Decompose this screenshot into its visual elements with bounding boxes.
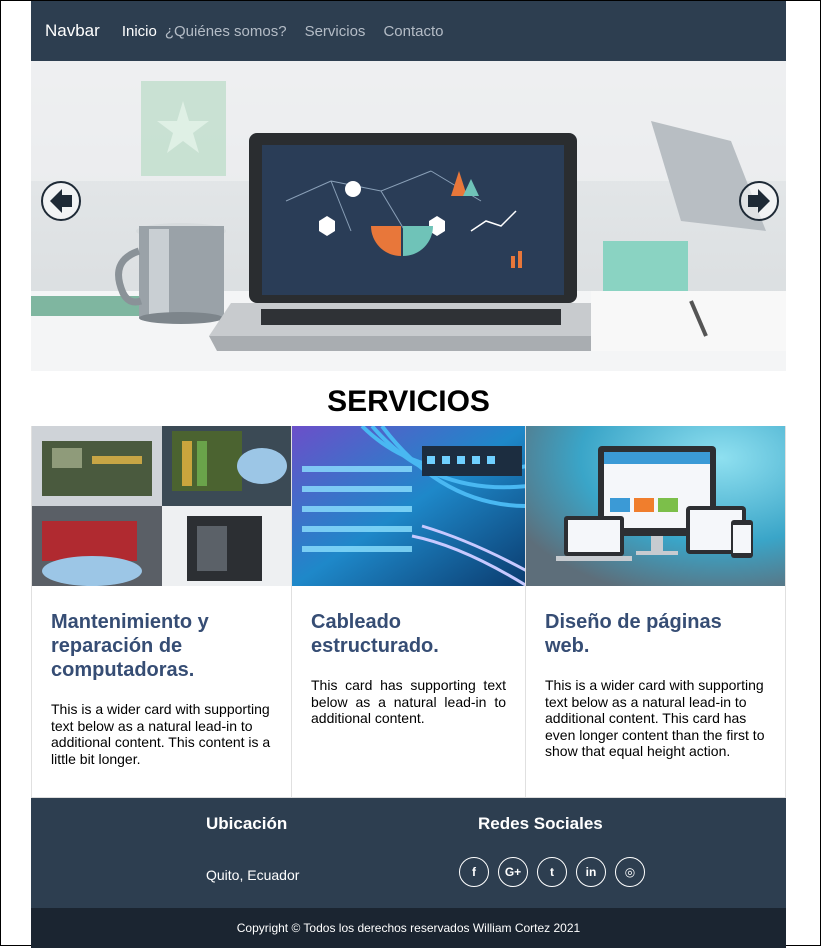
card-body: Diseño de páginas web. This is a wider c… [526, 586, 785, 760]
carousel-next-button[interactable] [739, 181, 779, 221]
card-maintenance: Mantenimiento y reparación de computador… [31, 426, 291, 797]
arrow-right-icon [748, 189, 770, 213]
google-plus-icon[interactable]: G+ [498, 857, 528, 887]
copyright-bar: Copyright © Todos los derechos reservado… [31, 908, 786, 948]
social-links: f G+ t in ◎ [459, 857, 654, 887]
carousel-prev-button[interactable] [41, 181, 81, 221]
arrow-left-icon [50, 189, 72, 213]
card-web-design: Diseño de páginas web. This is a wider c… [526, 426, 786, 797]
card-body: Mantenimiento y reparación de computador… [32, 586, 291, 767]
card-title[interactable]: Cableado estructurado. [311, 610, 506, 658]
card-text: This card has supporting text below as a… [311, 677, 506, 726]
facebook-icon[interactable]: f [459, 857, 489, 887]
card-image-hardware-repair [32, 426, 291, 586]
nav-link-servicios[interactable]: Servicios [305, 23, 366, 40]
navbar: Navbar Inicio ¿Quiénes somos? Servicios … [31, 1, 786, 61]
social-title: Redes Sociales [478, 814, 603, 833]
section-title: SERVICIOS [327, 385, 490, 418]
carousel-image-laptop [31, 61, 786, 371]
location-text: Quito, Ecuador [206, 867, 300, 883]
page: Navbar Inicio ¿Quiénes somos? Servicios … [31, 1, 786, 948]
twitter-icon[interactable]: t [537, 857, 567, 887]
hero-carousel [31, 61, 786, 371]
dribbble-icon[interactable]: ◎ [615, 857, 645, 887]
location-title: Ubicación [206, 814, 288, 833]
card-text: This is a wider card with supporting tex… [51, 701, 271, 767]
linkedin-icon[interactable]: in [576, 857, 606, 887]
footer: Ubicación Quito, Ecuador Redes Sociales … [31, 798, 786, 908]
card-title[interactable]: Diseño de páginas web. [545, 610, 766, 658]
card-title[interactable]: Mantenimiento y reparación de computador… [51, 610, 272, 682]
card-body: Cableado estructurado. This card has sup… [292, 586, 525, 727]
card-image-network-cables [292, 426, 525, 586]
navbar-brand[interactable]: Navbar [45, 21, 100, 41]
card-text: This is a wider card with supporting tex… [545, 677, 765, 759]
card-cabling: Cableado estructurado. This card has sup… [291, 426, 526, 797]
card-image-responsive-devices [526, 426, 785, 586]
nav-link-inicio[interactable]: Inicio [122, 23, 157, 40]
nav-link-contacto[interactable]: Contacto [383, 23, 443, 40]
services-cards: Mantenimiento y reparación de computador… [31, 426, 786, 798]
nav-link-quienes-somos[interactable]: ¿Quiénes somos? [165, 23, 287, 40]
